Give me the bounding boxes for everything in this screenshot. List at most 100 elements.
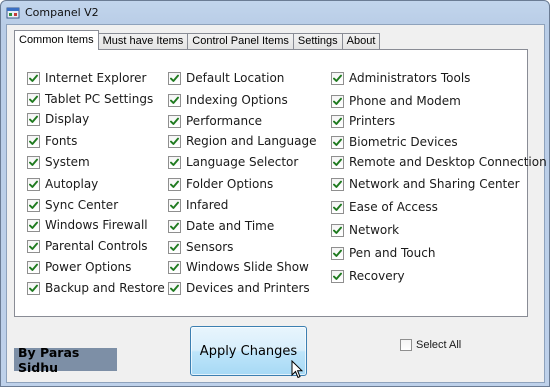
checkbox-infared[interactable]: Infared <box>168 198 228 212</box>
checkbox-box[interactable] <box>27 71 40 85</box>
checkbox-box[interactable] <box>331 155 344 169</box>
checkbox-box[interactable] <box>331 114 344 128</box>
checkbox-box[interactable] <box>27 112 40 126</box>
checkmark-icon <box>29 242 38 250</box>
checkbox-printers[interactable]: Printers <box>331 114 395 128</box>
checkbox-box[interactable] <box>27 281 40 295</box>
checkbox-backup-and-restore[interactable]: Backup and Restore <box>27 281 165 295</box>
tab-control-panel-items[interactable]: Control Panel Items <box>187 33 294 50</box>
title-bar[interactable]: Companel V2 <box>1 1 549 23</box>
checkmark-icon <box>333 97 342 105</box>
checkbox-devices-and-printers[interactable]: Devices and Printers <box>168 281 310 295</box>
checkmark-icon <box>29 263 38 271</box>
tab-settings[interactable]: Settings <box>292 33 343 50</box>
checkbox-box[interactable] <box>331 223 344 237</box>
checkbox-recovery[interactable]: Recovery <box>331 269 405 283</box>
checkbox-box[interactable] <box>168 93 181 107</box>
checkbox-performance[interactable]: Performance <box>168 114 262 128</box>
checkmark-icon <box>29 221 38 229</box>
checkbox-autoplay[interactable]: Autoplay <box>27 177 98 191</box>
checkbox-box[interactable] <box>27 218 40 232</box>
checkbox-label: Performance <box>186 114 263 128</box>
checkmark-icon <box>29 115 38 123</box>
checkmark-icon <box>333 117 342 125</box>
checkmark-icon <box>170 158 179 166</box>
checkmark-icon <box>170 117 179 125</box>
checkbox-parental-controls[interactable]: Parental Controls <box>27 239 148 253</box>
checkbox-box[interactable] <box>168 155 181 169</box>
checkbox-box[interactable] <box>168 281 181 295</box>
tab-must-have-items[interactable]: Must have Items <box>97 33 189 50</box>
checkbox-box[interactable] <box>168 71 181 85</box>
checkbox-pen-and-touch[interactable]: Pen and Touch <box>331 246 435 260</box>
checkbox-box[interactable] <box>27 134 40 148</box>
select-all-box[interactable] <box>400 339 412 351</box>
checkbox-label: Internet Explorer <box>45 71 147 85</box>
checkbox-label: Network <box>349 223 400 237</box>
checkmark-icon <box>333 226 342 234</box>
tab-common-items[interactable]: Common Items <box>14 30 99 50</box>
checkbox-box[interactable] <box>168 240 181 254</box>
tab-strip: Common Items Must have Items Control Pan… <box>14 30 381 50</box>
checkbox-label: Ease of Access <box>349 200 438 214</box>
checkmark-icon <box>333 203 342 211</box>
checkbox-box[interactable] <box>27 260 40 274</box>
checkbox-label: Devices and Printers <box>186 281 310 295</box>
checkbox-remote-and-desktop-connection[interactable]: Remote and Desktop Connection <box>331 155 547 169</box>
checkbox-box[interactable] <box>168 177 181 191</box>
apply-changes-button[interactable]: Apply Changes <box>190 326 307 376</box>
checkbox-fonts[interactable]: Fonts <box>27 134 77 148</box>
checkbox-display[interactable]: Display <box>27 112 89 126</box>
checkbox-date-and-time[interactable]: Date and Time <box>168 219 274 233</box>
checkbox-ease-of-access[interactable]: Ease of Access <box>331 200 438 214</box>
checkbox-box[interactable] <box>168 260 181 274</box>
checkbox-phone-and-modem[interactable]: Phone and Modem <box>331 94 461 108</box>
checkbox-administrators-tools[interactable]: Administrators Tools <box>331 71 470 85</box>
checkbox-network[interactable]: Network <box>331 223 399 237</box>
checkbox-system[interactable]: System <box>27 155 90 169</box>
checkmark-icon <box>170 96 179 104</box>
checkbox-box[interactable] <box>27 155 40 169</box>
checkbox-box[interactable] <box>27 198 40 212</box>
checkbox-box[interactable] <box>331 246 344 260</box>
checkbox-box[interactable] <box>331 269 344 283</box>
checkbox-label: Pen and Touch <box>349 246 436 260</box>
checkbox-label: Power Options <box>45 260 132 274</box>
checkbox-box[interactable] <box>168 198 181 212</box>
checkbox-region-and-language[interactable]: Region and Language <box>168 134 317 148</box>
checkbox-windows-slide-show[interactable]: Windows Slide Show <box>168 260 309 274</box>
checkbox-box[interactable] <box>331 200 344 214</box>
checkbox-power-options[interactable]: Power Options <box>27 260 131 274</box>
checkmark-icon <box>333 249 342 257</box>
checkbox-folder-options[interactable]: Folder Options <box>168 177 273 191</box>
app-window-icon <box>6 5 20 19</box>
checkmark-icon <box>29 201 38 209</box>
checkbox-windows-firewall[interactable]: Windows Firewall <box>27 218 148 232</box>
checkbox-box[interactable] <box>331 135 344 149</box>
checkbox-indexing-options[interactable]: Indexing Options <box>168 93 288 107</box>
checkbox-sync-center[interactable]: Sync Center <box>27 198 118 212</box>
checkbox-label: System <box>45 155 90 169</box>
checkbox-label: Sensors <box>186 240 234 254</box>
checkbox-language-selector[interactable]: Language Selector <box>168 155 298 169</box>
checkbox-box[interactable] <box>168 134 181 148</box>
checkbox-sensors[interactable]: Sensors <box>168 240 233 254</box>
checkbox-box[interactable] <box>168 114 181 128</box>
tab-about[interactable]: About <box>341 33 381 50</box>
checkbox-tablet-pc-settings[interactable]: Tablet PC Settings <box>27 92 153 106</box>
checkbox-box[interactable] <box>27 177 40 191</box>
checkbox-default-location[interactable]: Default Location <box>168 71 284 85</box>
checkbox-box[interactable] <box>331 94 344 108</box>
checkbox-box[interactable] <box>168 219 181 233</box>
checkbox-label: Region and Language <box>186 134 317 148</box>
select-all-checkbox[interactable]: Select All <box>400 339 461 351</box>
checkbox-box[interactable] <box>331 177 344 191</box>
checkbox-biometric-devices[interactable]: Biometric Devices <box>331 135 458 149</box>
client-area: Common Items Must have Items Control Pan… <box>6 24 547 383</box>
checkbox-box[interactable] <box>27 239 40 253</box>
checkbox-network-and-sharing-center[interactable]: Network and Sharing Center <box>331 177 520 191</box>
checkbox-box[interactable] <box>27 92 40 106</box>
checkmark-icon <box>29 74 38 82</box>
checkbox-box[interactable] <box>331 71 344 85</box>
checkbox-internet-explorer[interactable]: Internet Explorer <box>27 71 146 85</box>
